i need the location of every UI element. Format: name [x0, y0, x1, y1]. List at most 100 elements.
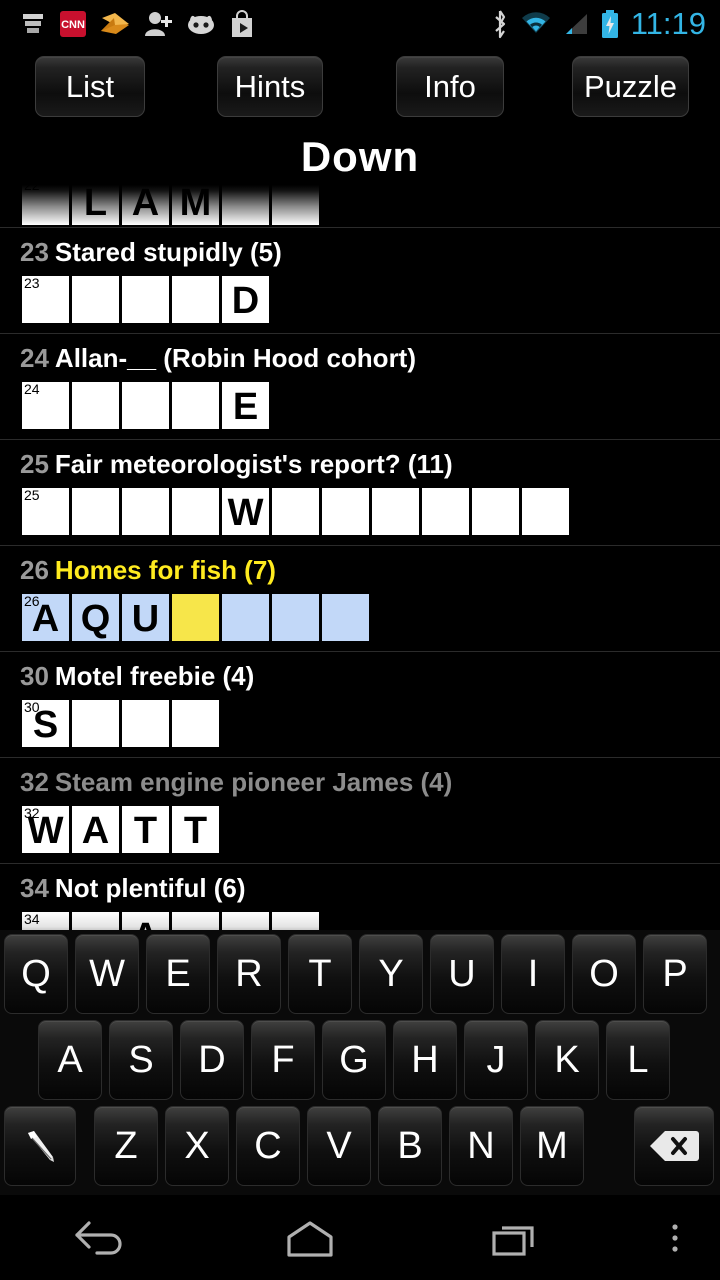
- answer-cell[interactable]: [71, 275, 120, 324]
- answer-cell[interactable]: [321, 487, 370, 536]
- answer-cell[interactable]: [171, 911, 220, 930]
- home-button[interactable]: [220, 1195, 400, 1280]
- answer-cell[interactable]: [171, 593, 220, 642]
- key-i[interactable]: I: [501, 934, 565, 1014]
- answer-cell[interactable]: 32 W: [21, 805, 70, 854]
- answer-cell[interactable]: [171, 699, 220, 748]
- answer-cell[interactable]: [271, 911, 320, 930]
- answer-cell[interactable]: 23: [21, 275, 70, 324]
- hints-button[interactable]: Hints: [217, 56, 323, 117]
- answer-cell[interactable]: 30 S: [21, 699, 70, 748]
- clue-row[interactable]: 23 Stared stupidly (5) 23 D: [0, 228, 720, 334]
- recents-button[interactable]: [430, 1195, 600, 1280]
- answer-cell[interactable]: 34: [21, 911, 70, 930]
- backspace-key[interactable]: [634, 1106, 714, 1186]
- answer-cell[interactable]: [121, 275, 170, 324]
- key-u[interactable]: U: [430, 934, 494, 1014]
- back-button[interactable]: [0, 1195, 200, 1280]
- key-q[interactable]: Q: [4, 934, 68, 1014]
- key-h[interactable]: H: [393, 1020, 457, 1100]
- answer-cell[interactable]: 24: [21, 381, 70, 430]
- answer-cell[interactable]: W: [221, 487, 270, 536]
- clue-row[interactable]: 34Not plentiful (6)34A: [0, 864, 720, 930]
- key-b[interactable]: B: [378, 1106, 442, 1186]
- key-j[interactable]: J: [464, 1020, 528, 1100]
- key-v[interactable]: V: [307, 1106, 371, 1186]
- key-n[interactable]: N: [449, 1106, 513, 1186]
- answer-grid[interactable]: 22 L A M: [0, 185, 720, 227]
- key-x[interactable]: X: [165, 1106, 229, 1186]
- answer-cell[interactable]: [171, 381, 220, 430]
- key-a[interactable]: A: [38, 1020, 102, 1100]
- answer-cell[interactable]: [71, 381, 120, 430]
- key-f[interactable]: F: [251, 1020, 315, 1100]
- key-c[interactable]: C: [236, 1106, 300, 1186]
- answer-cell[interactable]: [271, 487, 320, 536]
- clue-row[interactable]: 26 Homes for fish (7) 26 A Q U: [0, 546, 720, 652]
- answer-cell[interactable]: Q: [71, 593, 120, 642]
- overflow-menu-button[interactable]: [630, 1195, 720, 1280]
- answer-cell[interactable]: [371, 487, 420, 536]
- key-w[interactable]: W: [75, 934, 139, 1014]
- answer-cell[interactable]: [121, 487, 170, 536]
- list-button[interactable]: List: [35, 56, 145, 117]
- key-e[interactable]: E: [146, 934, 210, 1014]
- answer-cell[interactable]: A: [121, 185, 170, 226]
- key-d[interactable]: D: [180, 1020, 244, 1100]
- pen-key[interactable]: [4, 1106, 76, 1186]
- key-k[interactable]: K: [535, 1020, 599, 1100]
- key-m[interactable]: M: [520, 1106, 584, 1186]
- answer-grid[interactable]: 30 S: [0, 699, 720, 757]
- answer-grid[interactable]: 24 E: [0, 381, 720, 439]
- answer-cell[interactable]: [71, 911, 120, 930]
- answer-cell[interactable]: D: [221, 275, 270, 324]
- answer-cell[interactable]: T: [171, 805, 220, 854]
- clue-row[interactable]: 32 Steam engine pioneer James (4) 32 W A T T: [0, 758, 720, 864]
- puzzle-button[interactable]: Puzzle: [572, 56, 689, 117]
- key-z[interactable]: Z: [94, 1106, 158, 1186]
- answer-cell[interactable]: M: [171, 185, 220, 226]
- answer-cell[interactable]: [521, 487, 570, 536]
- answer-cell[interactable]: [121, 699, 170, 748]
- answer-cell[interactable]: A: [121, 911, 170, 930]
- answer-cell[interactable]: [221, 185, 270, 226]
- answer-cell[interactable]: L: [71, 185, 120, 226]
- answer-cell[interactable]: [171, 487, 220, 536]
- answer-cell[interactable]: [421, 487, 470, 536]
- key-y[interactable]: Y: [359, 934, 423, 1014]
- answer-cell[interactable]: [221, 593, 270, 642]
- answer-grid[interactable]: 23 D: [0, 275, 720, 333]
- answer-grid[interactable]: 25 W: [0, 487, 720, 545]
- clue-row[interactable]: 25 Fair meteorologist's report? (11) 25 W: [0, 440, 720, 546]
- answer-cell[interactable]: [471, 487, 520, 536]
- answer-cell[interactable]: E: [221, 381, 270, 430]
- answer-cell[interactable]: 26 A: [21, 593, 70, 642]
- answer-cell[interactable]: [271, 185, 320, 226]
- answer-cell[interactable]: 25: [21, 487, 70, 536]
- answer-cell[interactable]: [121, 381, 170, 430]
- answer-cell[interactable]: [171, 275, 220, 324]
- key-r[interactable]: R: [217, 934, 281, 1014]
- key-p[interactable]: P: [643, 934, 707, 1014]
- answer-cell[interactable]: [271, 593, 320, 642]
- answer-grid[interactable]: 26 A Q U: [0, 593, 720, 651]
- key-l[interactable]: L: [606, 1020, 670, 1100]
- info-button[interactable]: Info: [396, 56, 504, 117]
- clue-list[interactable]: 22 L A M 23 Stared stupidly (5) 23 D 24 Allan-__ …: [0, 185, 720, 930]
- answer-cell[interactable]: T: [121, 805, 170, 854]
- answer-cell[interactable]: 22: [21, 185, 70, 226]
- clue-row[interactable]: 30 Motel freebie (4) 30 S: [0, 652, 720, 758]
- key-s[interactable]: S: [109, 1020, 173, 1100]
- answer-cell[interactable]: [321, 593, 370, 642]
- key-t[interactable]: T: [288, 934, 352, 1014]
- answer-cell[interactable]: U: [121, 593, 170, 642]
- answer-cell[interactable]: [71, 487, 120, 536]
- clue-row[interactable]: 24 Allan-__ (Robin Hood cohort) 24 E: [0, 334, 720, 440]
- clue-row[interactable]: 22 L A M: [0, 185, 720, 228]
- answer-cell[interactable]: [71, 699, 120, 748]
- answer-cell[interactable]: A: [71, 805, 120, 854]
- answer-grid[interactable]: 32 W A T T: [0, 805, 720, 863]
- key-g[interactable]: G: [322, 1020, 386, 1100]
- key-o[interactable]: O: [572, 934, 636, 1014]
- answer-grid[interactable]: 34 A: [0, 911, 720, 930]
